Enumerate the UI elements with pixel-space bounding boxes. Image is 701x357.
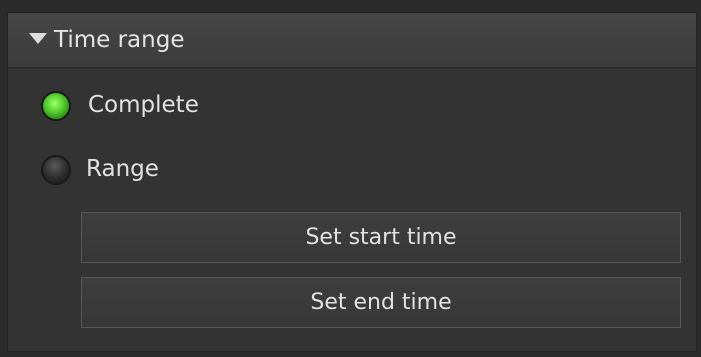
- radio-button-selected-icon[interactable]: [41, 91, 71, 121]
- radio-range-option[interactable]: Range: [41, 152, 341, 192]
- radio-button-unselected-icon[interactable]: [41, 155, 71, 185]
- set-start-time-button[interactable]: Set start time: [81, 212, 681, 263]
- time-range-header[interactable]: Time range: [8, 13, 696, 68]
- section-title: Time range: [54, 27, 185, 53]
- expand-triangle-icon[interactable]: [29, 33, 47, 44]
- radio-complete-label: Complete: [88, 92, 199, 118]
- time-range-panel: Time range Complete Range Set start time…: [7, 12, 697, 352]
- radio-complete-option[interactable]: Complete: [41, 88, 341, 128]
- set-end-time-button[interactable]: Set end time: [81, 277, 681, 328]
- radio-range-label: Range: [86, 156, 159, 182]
